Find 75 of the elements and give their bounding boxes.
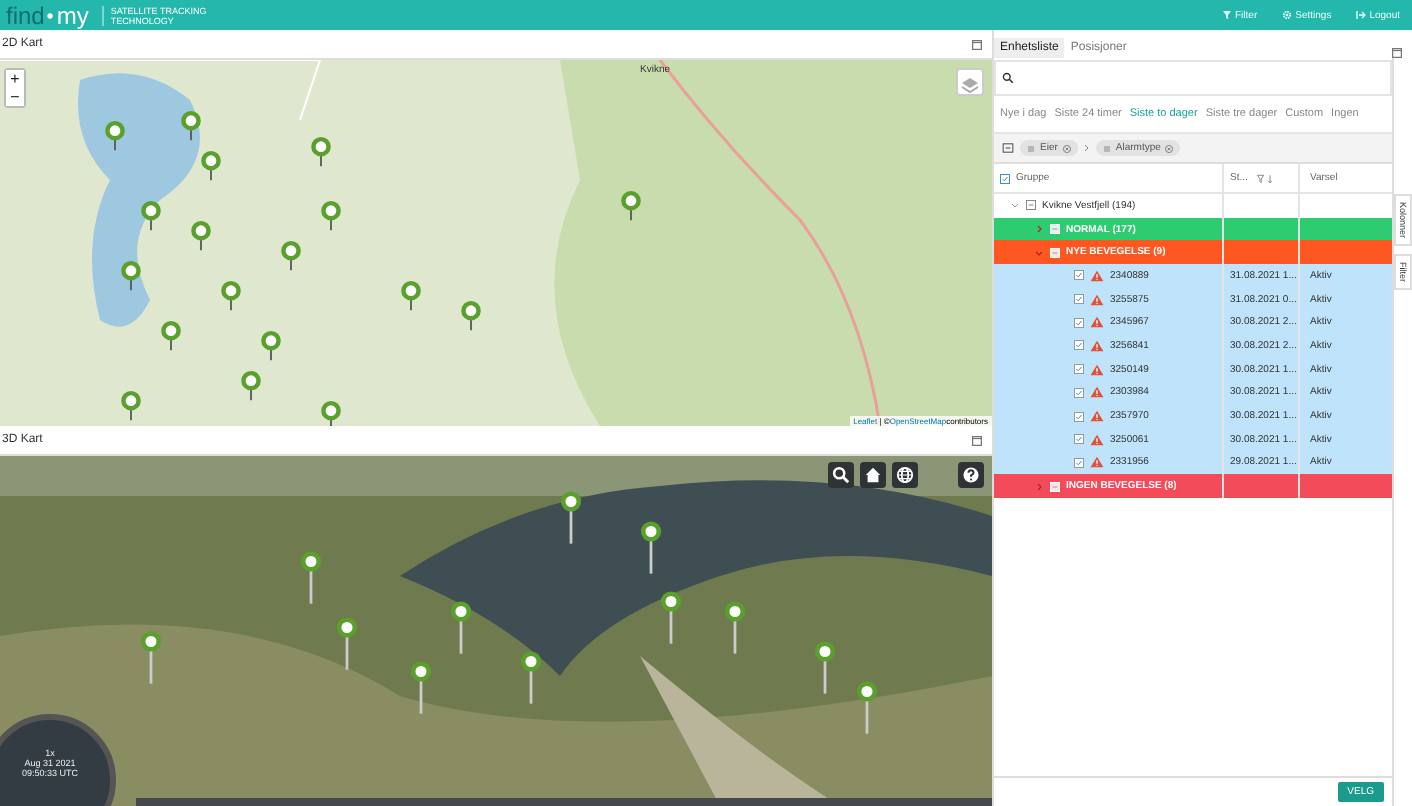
warning-icon (1090, 339, 1104, 352)
globe-icon (896, 466, 914, 484)
maximize-icon[interactable] (972, 39, 982, 49)
map-pin-icon[interactable] (450, 600, 472, 656)
checkbox-icon[interactable] (1074, 364, 1084, 375)
logo-text: my (56, 3, 89, 27)
checkbox-icon[interactable] (1074, 340, 1084, 351)
warning-icon (1090, 456, 1104, 469)
checkbox-icon[interactable] (1074, 387, 1084, 398)
maximize-icon[interactable] (1392, 48, 1402, 58)
map-pin-icon[interactable] (620, 190, 642, 222)
map-pin-icon[interactable] (240, 370, 262, 402)
warning-icon (1090, 386, 1104, 399)
map-pin-icon[interactable] (260, 330, 282, 362)
warning-icon (1090, 433, 1104, 446)
map-pin-icon[interactable] (660, 590, 682, 646)
logout-icon (1355, 10, 1366, 20)
map-pin-icon[interactable] (160, 320, 182, 352)
checkbox-icon[interactable] (1000, 173, 1010, 183)
map-pin-icon[interactable] (410, 660, 432, 716)
map-pin-icon[interactable] (200, 150, 222, 182)
search-icon (832, 466, 850, 484)
checkbox-icon[interactable] (1074, 294, 1084, 305)
map-pin-icon[interactable] (104, 120, 126, 152)
map-pin-icon[interactable] (310, 136, 332, 168)
warning-icon (1090, 410, 1104, 423)
search-field[interactable] (994, 60, 1392, 96)
map-pin-icon[interactable] (724, 600, 746, 656)
warning-icon (1090, 363, 1104, 376)
map-pin-icon[interactable] (460, 300, 482, 332)
map-pin-icon[interactable] (220, 280, 242, 312)
warning-icon (1090, 293, 1104, 306)
map-pin-icon[interactable] (300, 550, 322, 606)
warning-icon (1090, 316, 1104, 329)
filter-sort-icon (1255, 173, 1274, 183)
layers-button[interactable] (956, 68, 984, 96)
map-pin-icon[interactable] (280, 240, 302, 272)
map-pin-icon[interactable] (320, 200, 342, 232)
map-pin-icon[interactable] (120, 390, 142, 422)
help-icon (962, 466, 980, 484)
map-pin-icon[interactable] (180, 110, 202, 142)
settings-icon (1281, 10, 1292, 20)
logo-text: find (6, 3, 45, 27)
help-button[interactable] (958, 462, 984, 488)
home-button[interactable] (860, 462, 886, 488)
map-pin-icon[interactable] (640, 520, 662, 576)
map-pin-icon[interactable] (520, 650, 542, 706)
checkbox-icon[interactable] (1074, 270, 1084, 281)
search-button[interactable] (828, 462, 854, 488)
map-pin-icon[interactable] (120, 260, 142, 292)
checkbox-icon[interactable] (1074, 457, 1084, 468)
checkbox-icon[interactable] (1074, 317, 1084, 328)
map-pin-icon[interactable] (814, 640, 836, 696)
map-pin-icon[interactable] (140, 200, 162, 232)
zoom-in-button[interactable]: + (6, 70, 24, 88)
filter-icon (1221, 10, 1231, 20)
search-icon (1002, 72, 1014, 84)
remove-icon[interactable] (1061, 143, 1072, 153)
caret-icon[interactable] (1034, 224, 1044, 235)
layers-icon (960, 76, 980, 96)
warning-icon (1090, 269, 1104, 282)
maximize-icon[interactable] (972, 435, 982, 445)
map-pin-icon[interactable] (336, 616, 358, 672)
home-icon (864, 466, 882, 484)
checkbox-icon[interactable] (1074, 434, 1084, 445)
map-pin-icon[interactable] (856, 680, 878, 736)
group-panel-icon[interactable] (1002, 142, 1014, 154)
checkbox-icon[interactable] (1074, 411, 1084, 422)
remove-icon[interactable] (1164, 143, 1175, 153)
logo-dot-icon (46, 11, 55, 19)
map-pin-icon[interactable] (400, 280, 422, 312)
map-pin-icon[interactable] (190, 220, 212, 252)
checkbox-icon[interactable] (1026, 200, 1036, 211)
globe-button[interactable] (892, 462, 918, 488)
map-pin-icon[interactable] (560, 490, 582, 546)
